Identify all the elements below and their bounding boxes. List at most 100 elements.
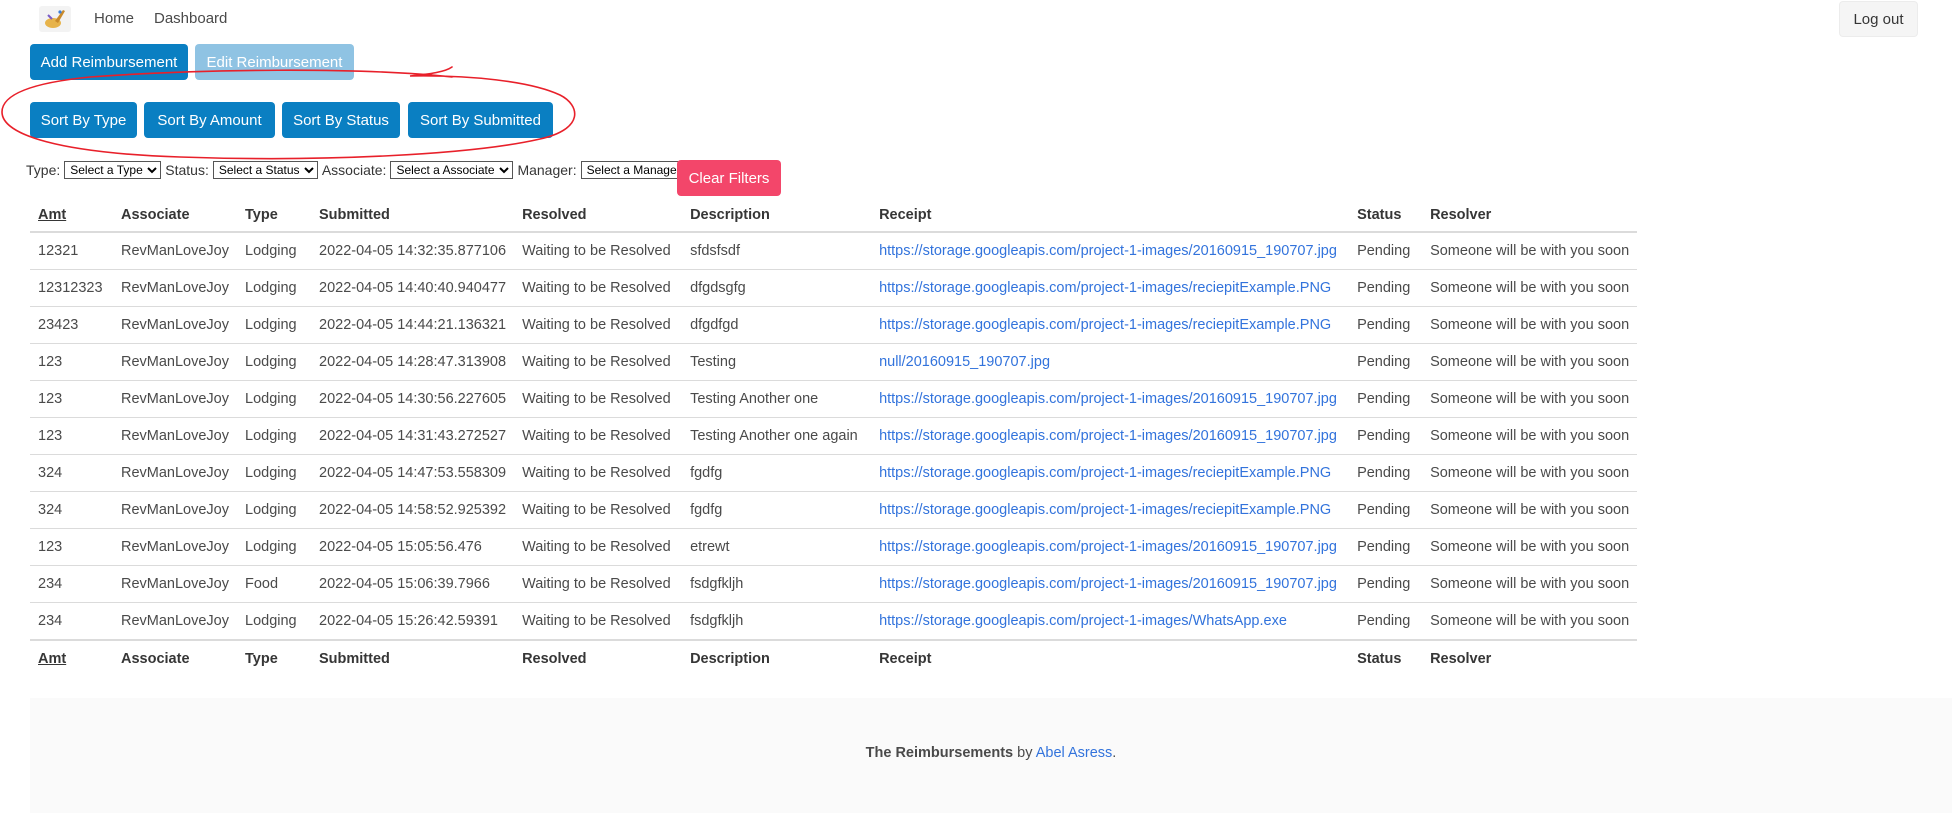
cell-receipt: https://storage.googleapis.com/project-1… [871,454,1350,492]
status-filter-select[interactable]: Select a Status [212,161,318,179]
table-row: 23423 RevManLoveJoy Lodging 2022-04-05 14:4… [30,306,1638,344]
cell-amt: 123 [30,417,113,455]
cell-submitted: 2022-04-05 14:31:43.272527 [311,417,515,455]
logout-button[interactable]: Log out [1839,1,1918,37]
cell-status: Pending [1349,380,1423,418]
cell-receipt: https://storage.googleapis.com/project-1… [871,269,1350,307]
table-row: 324 RevManLoveJoy Lodging 2022-04-05 14:58:… [30,491,1638,529]
manager-filter-label: Manager: [517,162,577,178]
cell-submitted: 2022-04-05 14:32:35.877106 [311,232,515,270]
footer-by: by [1017,745,1033,761]
receipt-link[interactable]: https://storage.googleapis.com/project-1… [879,428,1337,444]
cell-associate: RevManLoveJoy [113,232,237,270]
associate-filter-select[interactable]: Select a Associate [390,161,514,179]
cell-associate: RevManLoveJoy [113,269,237,307]
receipt-link[interactable]: https://storage.googleapis.com/project-1… [879,391,1337,407]
cell-receipt: https://storage.googleapis.com/project-1… [871,602,1350,641]
cell-resolver: Someone will be with you soon [1422,380,1638,418]
footer-author-link[interactable]: Abel Asress [1036,745,1113,761]
sort-by-type-button[interactable]: Sort By Type [30,102,137,138]
cell-resolved: Waiting to be Resolved [514,602,683,641]
logo-icon[interactable] [39,6,71,32]
receipt-link[interactable]: https://storage.googleapis.com/project-1… [879,576,1337,592]
cell-description: dfgdsgfg [682,269,872,307]
cell-type: Lodging [237,232,311,270]
footer-type: Type [245,651,278,667]
cell-type: Lodging [237,343,311,381]
nav-dashboard-link[interactable]: Dashboard [154,10,227,27]
receipt-link[interactable]: https://storage.googleapis.com/project-1… [879,613,1287,629]
cell-resolver: Someone will be with you soon [1422,565,1638,603]
cell-resolver: Someone will be with you soon [1422,528,1638,566]
cell-description: fgdfg [682,491,872,529]
receipt-link[interactable]: https://storage.googleapis.com/project-1… [879,243,1337,259]
receipt-link[interactable]: null/20160915_190707.jpg [879,354,1050,370]
cell-submitted: 2022-04-05 14:40:40.940477 [311,269,515,307]
table-row: 234 RevManLoveJoy Lodging 2022-04-05 15:26:… [30,602,1638,641]
cell-receipt: https://storage.googleapis.com/project-1… [871,306,1350,344]
edit-reimbursement-button[interactable]: Edit Reimbursement [195,44,354,80]
nav-home-link[interactable]: Home [94,10,134,27]
cell-associate: RevManLoveJoy [113,417,237,455]
header-resolved: Resolved [514,198,683,233]
cell-type: Lodging [237,306,311,344]
cell-submitted: 2022-04-05 14:44:21.136321 [311,306,515,344]
cell-status: Pending [1349,491,1423,529]
header-type: Type [237,198,311,233]
cell-amt: 123 [30,380,113,418]
cell-status: Pending [1349,232,1423,270]
cell-description: Testing Another one again [682,417,872,455]
cell-associate: RevManLoveJoy [113,602,237,641]
cell-status: Pending [1349,417,1423,455]
cell-submitted: 2022-04-05 15:26:42.59391 [311,602,515,641]
cell-receipt: https://storage.googleapis.com/project-1… [871,380,1350,418]
cell-description: Testing Another one [682,380,872,418]
cell-amt: 123 [30,343,113,381]
clear-filters-button[interactable]: Clear Filters [677,160,781,196]
add-reimbursement-button[interactable]: Add Reimbursement [30,44,188,80]
type-filter-select[interactable]: Select a Type [64,161,162,179]
sort-by-submitted-button[interactable]: Sort By Submitted [408,102,553,138]
cell-resolver: Someone will be with you soon [1422,417,1638,455]
header-associate: Associate [113,198,237,233]
header-status: Status [1349,198,1423,233]
receipt-link[interactable]: https://storage.googleapis.com/project-1… [879,539,1337,555]
status-filter-label: Status: [165,162,209,178]
navbar: Home Dashboard Log out [0,0,1952,38]
cell-type: Food [237,565,311,603]
cell-description: fsdgfkljh [682,565,872,603]
table-row: 123 RevManLoveJoy Lodging 2022-04-05 14:31:… [30,417,1638,455]
cell-type: Lodging [237,380,311,418]
cell-description: dfgdfgd [682,306,872,344]
cell-resolved: Waiting to be Resolved [514,343,683,381]
cell-resolver: Someone will be with you soon [1422,602,1638,641]
receipt-link[interactable]: https://storage.googleapis.com/project-1… [879,317,1331,333]
footer-amt[interactable]: Amt [30,640,113,677]
cell-status: Pending [1349,269,1423,307]
cell-amt: 23423 [30,306,113,344]
cell-resolved: Waiting to be Resolved [514,491,683,529]
sort-by-status-button[interactable]: Sort By Status [282,102,400,138]
footer-resolved: Resolved [522,651,587,667]
cell-receipt: https://storage.googleapis.com/project-1… [871,417,1350,455]
page-footer: The Reimbursements by Abel Asress. [30,698,1952,813]
cell-description: sfdsfsdf [682,232,872,270]
header-receipt: Receipt [871,198,1350,233]
table-row: 123 RevManLoveJoy Lodging 2022-04-05 15:05:… [30,528,1638,566]
receipt-link[interactable]: https://storage.googleapis.com/project-1… [879,280,1331,296]
cell-resolver: Someone will be with you soon [1422,454,1638,492]
receipt-link[interactable]: https://storage.googleapis.com/project-1… [879,465,1331,481]
cell-resolved: Waiting to be Resolved [514,269,683,307]
header-amt[interactable]: Amt [30,198,113,233]
sort-by-amount-button[interactable]: Sort By Amount [144,102,275,138]
footer-submitted: Submitted [319,651,390,667]
cell-description: Testing [682,343,872,381]
receipt-link[interactable]: https://storage.googleapis.com/project-1… [879,502,1331,518]
cell-resolved: Waiting to be Resolved [514,232,683,270]
cell-receipt: https://storage.googleapis.com/project-1… [871,528,1350,566]
cell-resolver: Someone will be with you soon [1422,306,1638,344]
cell-submitted: 2022-04-05 14:47:53.558309 [311,454,515,492]
cell-resolver: Someone will be with you soon [1422,269,1638,307]
cell-status: Pending [1349,565,1423,603]
footer-receipt: Receipt [879,651,932,667]
